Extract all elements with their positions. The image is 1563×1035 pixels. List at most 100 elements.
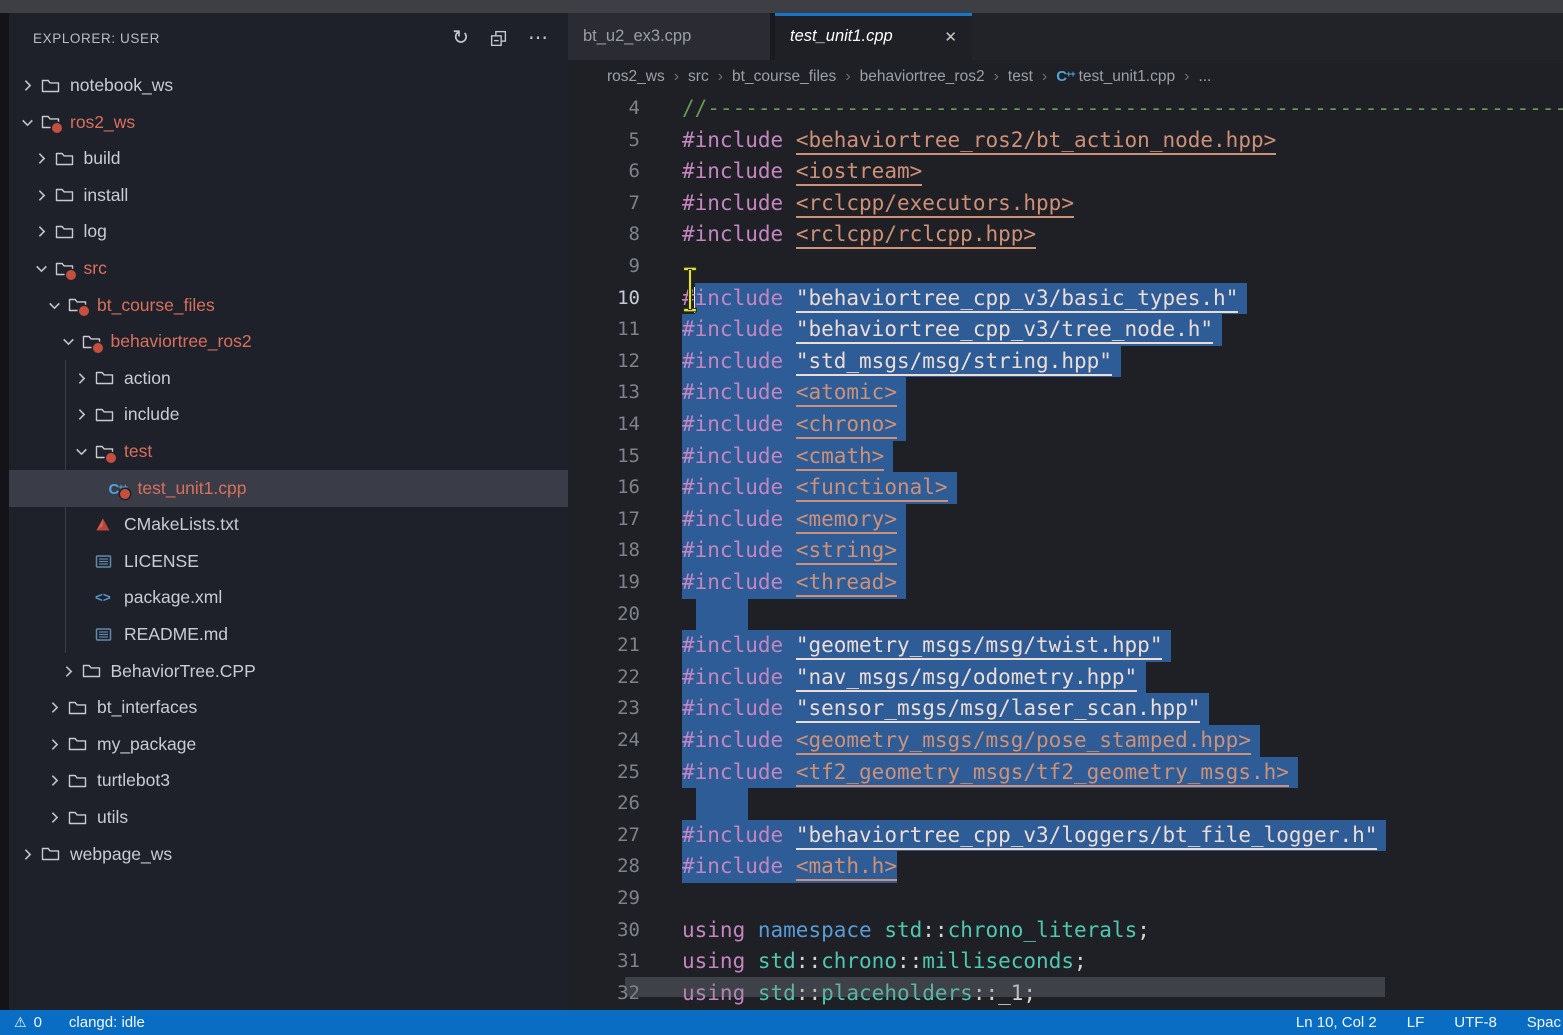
tree-item-license[interactable]: LICENSE — [9, 543, 568, 580]
code-line-25[interactable]: 25#include <tf2_geometry_msgs/tf2_geomet… — [568, 757, 1563, 789]
code-line-15[interactable]: 15#include <cmath> — [568, 441, 1563, 473]
code-line-5[interactable]: 5#include <behaviortree_ros2/bt_action_n… — [568, 125, 1563, 157]
tree-item-package-xml[interactable]: <>package.xml — [9, 579, 568, 616]
code-line-10[interactable]: 10#include "behaviortree_cpp_v3/basic_ty… — [568, 283, 1563, 315]
tree-item-test-unit1-cpp[interactable]: C++test_unit1.cpp — [9, 470, 568, 507]
code-line-14[interactable]: 14#include <chrono> — [568, 409, 1563, 441]
folder-icon — [68, 773, 95, 789]
breadcrumb-item-behaviortree_ros2[interactable]: behaviortree_ros2 — [860, 68, 985, 86]
line-number: 31 — [568, 946, 640, 978]
breadcrumb-symbol-placeholder[interactable]: ... — [1198, 68, 1211, 86]
selection-highlight: #include "std_msgs/msg/string.hpp" — [682, 346, 1121, 378]
code-line-4[interactable]: 4//-------------------------------------… — [568, 93, 1563, 125]
status-encoding[interactable]: UTF-8 — [1454, 1014, 1497, 1031]
tree-item-bt-course-files[interactable]: bt_course_files — [9, 287, 568, 324]
status-problems[interactable]: ⚠ 0 — [14, 1014, 42, 1031]
tree-item-build[interactable]: build — [9, 140, 568, 177]
tree-item-install[interactable]: install — [9, 177, 568, 214]
code-line-27[interactable]: 27#include "behaviortree_cpp_v3/loggers/… — [568, 820, 1563, 852]
horizontal-scrollbar-thumb[interactable] — [625, 977, 1385, 997]
close-icon[interactable]: ✕ — [944, 28, 957, 46]
breadcrumb-item-bt_course_files[interactable]: bt_course_files — [732, 68, 836, 86]
tree-item-readme-md[interactable]: README.md — [9, 616, 568, 653]
tab-bt-u2-ex3-cpp[interactable]: bt_u2_ex3.cpp — [568, 13, 770, 60]
code-line-28[interactable]: 28#include <math.h> — [568, 851, 1563, 883]
code-line-20[interactable]: 20 — [568, 599, 1563, 631]
code-line-18[interactable]: 18#include <string> — [568, 535, 1563, 567]
cmake-file-icon — [95, 517, 122, 532]
status-right: Ln 10, Col 2 LF UTF-8 Spac — [1296, 1010, 1561, 1035]
code-line-11[interactable]: 11#include "behaviortree_cpp_v3/tree_nod… — [568, 314, 1563, 346]
selection-highlight: #include "sensor_msgs/msg/laser_scan.hpp… — [682, 693, 1209, 725]
selection-highlight — [696, 788, 748, 820]
status-indentation[interactable]: Spac — [1527, 1014, 1561, 1031]
tree-item-my-package[interactable]: my_package — [9, 726, 568, 763]
window-top-strip — [0, 0, 1563, 13]
status-bar: ⚠ 0 clangd: idle Ln 10, Col 2 LF UTF-8 Spac — [0, 1010, 1563, 1035]
collapse-all-icon[interactable] — [489, 29, 508, 48]
code-line-9[interactable]: 9 — [568, 251, 1563, 283]
folder-icon — [55, 261, 82, 277]
breadcrumb-item-ros2_ws[interactable]: ros2_ws — [607, 68, 665, 86]
tree-indent-guide — [65, 360, 66, 653]
tree-item-webpage-ws[interactable]: webpage_ws — [9, 836, 568, 873]
tree-item-ros2-ws[interactable]: ros2_ws — [9, 104, 568, 141]
folder-icon — [41, 78, 68, 94]
line-number: 24 — [568, 725, 640, 757]
chevron-right-icon: › — [674, 68, 679, 86]
code-line-13[interactable]: 13#include <atomic> — [568, 377, 1563, 409]
code-line-8[interactable]: 8#include <rclcpp/rclcpp.hpp> — [568, 219, 1563, 251]
tree-item-utils[interactable]: utils — [9, 799, 568, 836]
code-line-23[interactable]: 23#include "sensor_msgs/msg/laser_scan.h… — [568, 693, 1563, 725]
line-number: 10 — [568, 283, 640, 315]
tree-item-notebook-ws[interactable]: notebook_ws — [9, 67, 568, 104]
code-line-16[interactable]: 16#include <functional> — [568, 472, 1563, 504]
code-text: #include "geometry_msgs/msg/twist.hpp" — [682, 630, 1171, 662]
explorer-actions: ↻⋯ — [452, 29, 548, 48]
code-line-12[interactable]: 12#include "std_msgs/msg/string.hpp" — [568, 346, 1563, 378]
tree-item-label: LICENSE — [124, 551, 199, 572]
tab-test-unit1-cpp[interactable]: test_unit1.cpp✕ — [775, 13, 972, 60]
line-number: 17 — [568, 504, 640, 536]
code-line-7[interactable]: 7#include <rclcpp/executors.hpp> — [568, 188, 1563, 220]
file-tree: notebook_wsros2_wsbuildinstalllogsrcbt_c… — [9, 67, 568, 1010]
tree-item-label: package.xml — [124, 587, 222, 608]
selection-highlight: include "behaviortree_cpp_v3/basic_types… — [695, 283, 1248, 315]
tree-item-turtlebot3[interactable]: turtlebot3 — [9, 762, 568, 799]
tree-item-bt-interfaces[interactable]: bt_interfaces — [9, 689, 568, 726]
code-text: #include <string> — [682, 535, 906, 567]
tree-item-behaviortree-ros2[interactable]: behaviortree_ros2 — [9, 323, 568, 360]
code-line-19[interactable]: 19#include <thread> — [568, 567, 1563, 599]
line-number: 8 — [568, 219, 640, 251]
breadcrumb-item-test[interactable]: test — [1008, 68, 1033, 86]
code-line-30[interactable]: 30using namespace std::chrono_literals; — [568, 915, 1563, 947]
tree-item-cmakelists-txt[interactable]: CMakeLists.txt — [9, 506, 568, 543]
chevron-right-icon — [46, 772, 68, 789]
folder-icon — [82, 334, 109, 350]
code-line-24[interactable]: 24#include <geometry_msgs/msg/pose_stamp… — [568, 725, 1563, 757]
tree-item-behaviortree-cpp[interactable]: BehaviorTree.CPP — [9, 653, 568, 690]
tree-item-action[interactable]: action — [9, 360, 568, 397]
code-line-6[interactable]: 6#include <iostream> — [568, 156, 1563, 188]
tree-item-src[interactable]: src — [9, 250, 568, 287]
code-line-29[interactable]: 29 — [568, 883, 1563, 915]
code-line-21[interactable]: 21#include "geometry_msgs/msg/twist.hpp" — [568, 630, 1563, 662]
code-text: #include <chrono> — [682, 409, 906, 441]
code-line-17[interactable]: 17#include <memory> — [568, 504, 1563, 536]
code-editor[interactable]: 4//-------------------------------------… — [568, 93, 1563, 1010]
status-cursor-position[interactable]: Ln 10, Col 2 — [1296, 1014, 1377, 1031]
tree-item-label: test — [124, 441, 152, 462]
code-line-26[interactable]: 26 — [568, 788, 1563, 820]
refresh-icon[interactable]: ↻ — [452, 29, 469, 47]
chevron-right-icon — [60, 663, 82, 680]
breadcrumb-item-file[interactable]: C++test_unit1.cpp — [1056, 67, 1175, 86]
tree-item-log[interactable]: log — [9, 213, 568, 250]
more-actions-icon[interactable]: ⋯ — [528, 29, 548, 47]
tree-item-include[interactable]: include — [9, 396, 568, 433]
breadcrumb-item-src[interactable]: src — [688, 68, 709, 86]
tree-item-test[interactable]: test — [9, 433, 568, 470]
status-clangd[interactable]: clangd: idle — [69, 1014, 145, 1031]
code-line-22[interactable]: 22#include "nav_msgs/msg/odometry.hpp" — [568, 662, 1563, 694]
code-line-31[interactable]: 31using std::chrono::milliseconds; — [568, 946, 1563, 978]
status-eol[interactable]: LF — [1407, 1014, 1425, 1031]
